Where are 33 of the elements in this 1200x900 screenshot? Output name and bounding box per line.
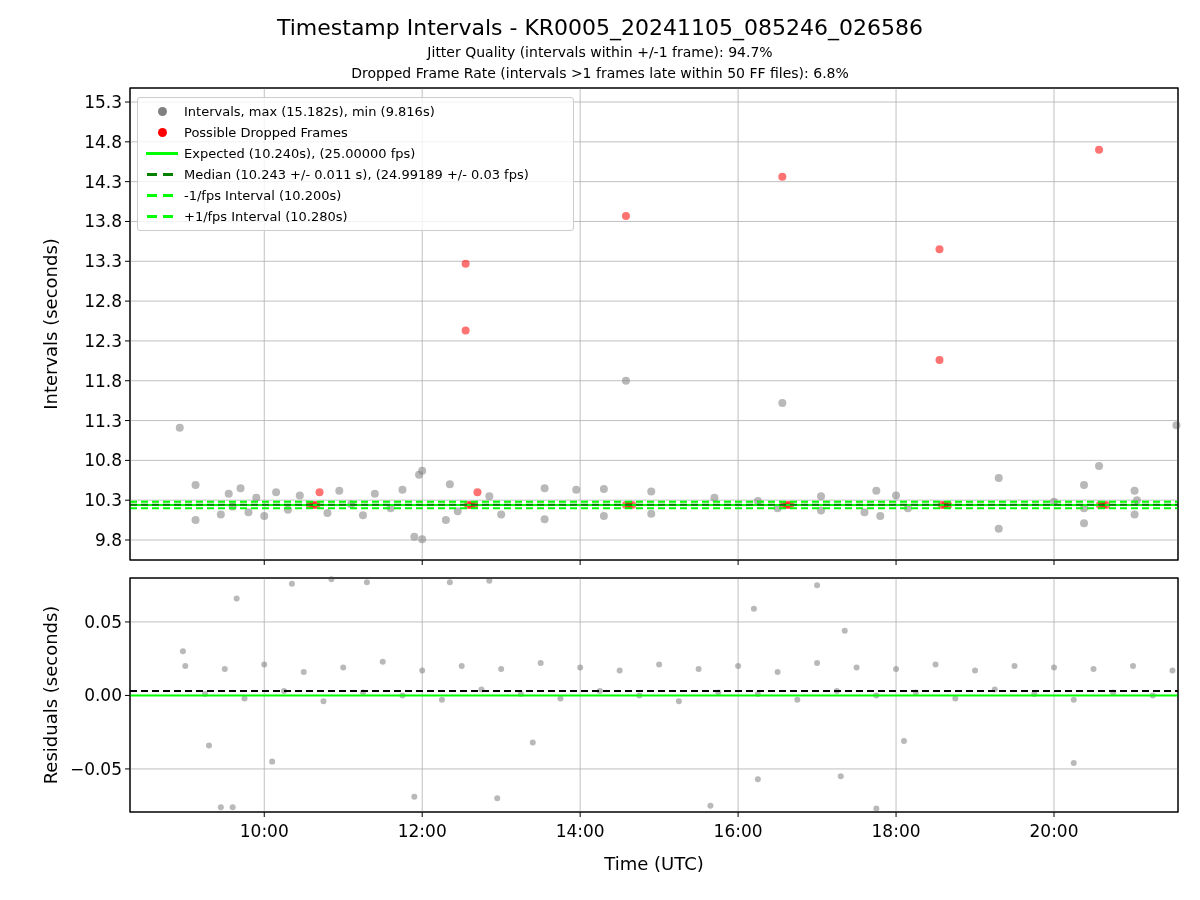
y-tick-label: 0.00 xyxy=(84,685,122,706)
chart-subtitle: Jitter Quality (intervals within +/-1 frame): 94.7% xyxy=(427,43,773,62)
x-tick-label: 18:00 xyxy=(871,821,921,841)
x-tick-label: 10:00 xyxy=(239,821,289,841)
y-tick-label: 0.05 xyxy=(84,611,122,632)
x-tick-label: 16:00 xyxy=(713,821,763,841)
y-tick-label: 14.8 xyxy=(84,131,122,152)
y-tick-label: 13.3 xyxy=(84,251,122,272)
legend-label: Expected (10.240s), (25.00000 fps) xyxy=(184,144,416,163)
legend-label: Possible Dropped Frames xyxy=(184,123,348,142)
y-tick-label: 12.8 xyxy=(84,291,122,312)
legend-label: -1/fps Interval (10.200s) xyxy=(184,186,342,205)
legend-label: Intervals, max (15.182s), min (9.816s) xyxy=(184,102,435,121)
x-axis-label: Time (UTC) xyxy=(604,853,704,874)
y-tick-label: 14.3 xyxy=(84,171,122,192)
x-tick-label: 14:00 xyxy=(555,821,605,841)
y-tick-label: 12.3 xyxy=(84,330,122,351)
y-axis-label: Intervals (seconds) xyxy=(40,238,61,410)
chart-title: Timestamp Intervals - KR0005_20241105_085246_026586 xyxy=(276,14,924,42)
y-tick-label: 15.3 xyxy=(84,92,122,112)
y-tick-label: 11.8 xyxy=(84,370,122,391)
y-axis-label: Residuals (seconds) xyxy=(40,605,61,785)
x-tick-label: 12:00 xyxy=(397,821,447,841)
legend-label: +1/fps Interval (10.280s) xyxy=(184,207,348,226)
legend-label: Median (10.243 +/- 0.011 s), (24.99189 +/- 0.03 fps) xyxy=(184,165,529,184)
y-tick-label: 10.8 xyxy=(84,450,122,471)
y-tick-label: 11.3 xyxy=(84,410,122,431)
y-tick-label: 13.8 xyxy=(84,211,122,232)
y-tick-label: 9.8 xyxy=(94,530,122,550)
y-tick-label: 10.3 xyxy=(84,490,122,511)
x-tick-label: 20:00 xyxy=(1029,821,1079,841)
y-tick-label: −0.05 xyxy=(69,758,122,779)
chart-subtitle: Dropped Frame Rate (intervals >1 frames late within 50 FF files): 6.8% xyxy=(351,64,849,83)
